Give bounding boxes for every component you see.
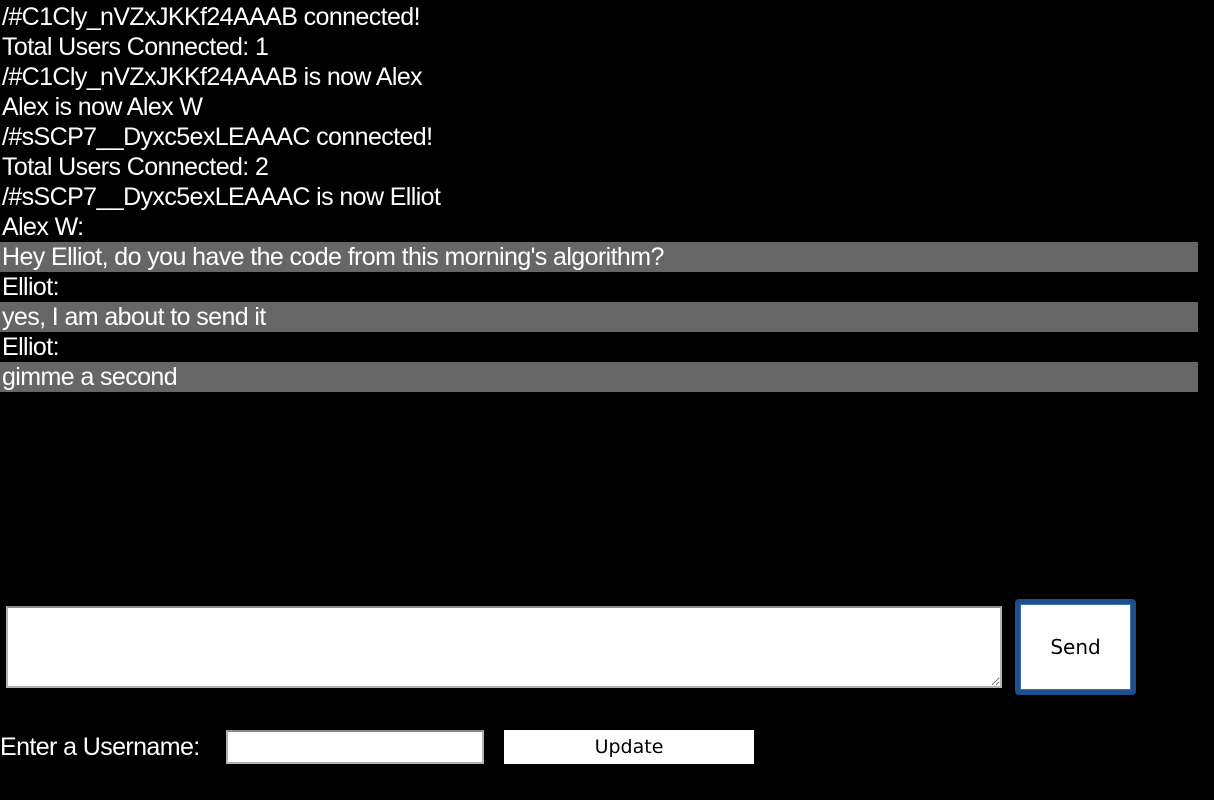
chat-system-line: Alex is now Alex W	[2, 93, 203, 121]
chat-system-line: /#sSCP7__Dyxc5exLEAAAC is now Elliot	[2, 183, 441, 211]
send-button[interactable]: Send	[1015, 599, 1136, 695]
chat-log: /#C1Cly_nVZxJKKf24AAAB connected! Total U…	[0, 2, 1198, 392]
chat-system-line: /#sSCP7__Dyxc5exLEAAAC connected!	[2, 123, 433, 151]
chat-message: Hey Elliot, do you have the code from th…	[0, 242, 1198, 272]
chat-system-line: /#C1Cly_nVZxJKKf24AAAB is now Alex	[2, 63, 423, 91]
chat-sender-label: Elliot:	[2, 273, 60, 301]
chat-system-line: /#C1Cly_nVZxJKKf24AAAB connected!	[2, 3, 421, 31]
username-input[interactable]	[226, 730, 484, 764]
chat-sender-label: Alex W:	[2, 213, 84, 241]
chat-message: yes, I am about to send it	[0, 302, 1198, 332]
username-label: Enter a Username:	[0, 733, 200, 761]
chat-system-line: Total Users Connected: 2	[2, 153, 269, 181]
chat-message: gimme a second	[0, 362, 1198, 392]
message-input[interactable]	[6, 606, 1002, 688]
chat-sender-label: Elliot:	[2, 333, 60, 361]
update-button[interactable]: Update	[504, 730, 754, 764]
chat-system-line: Total Users Connected: 1	[2, 33, 269, 61]
